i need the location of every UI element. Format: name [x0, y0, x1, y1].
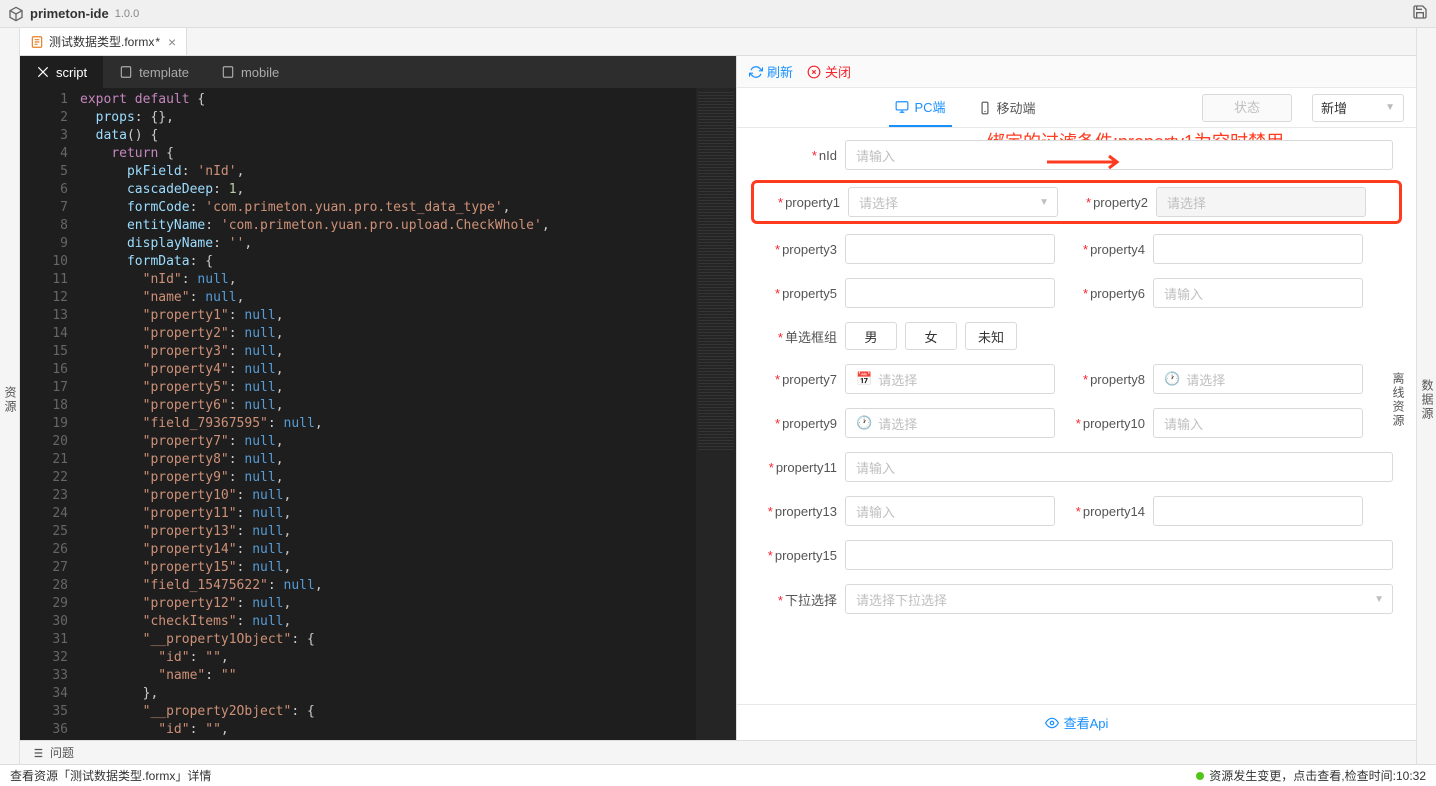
mobile-icon	[221, 65, 235, 79]
phone-icon	[978, 101, 992, 115]
title-bar: primeton-ide 1.0.0	[0, 0, 1436, 28]
label-property6: property6	[1090, 286, 1145, 301]
label-property13: property13	[775, 504, 837, 519]
time-property8[interactable]: 🕐请选择	[1153, 364, 1363, 394]
label-property9: property9	[782, 416, 837, 431]
refresh-icon	[749, 65, 763, 79]
label-property2: property2	[1093, 195, 1148, 210]
tab-script[interactable]: script	[20, 56, 103, 88]
preview-toolbar: 刷新 关闭	[737, 56, 1416, 88]
status-dot-icon	[1196, 772, 1204, 780]
chevron-down-icon: ▼	[1374, 594, 1384, 605]
device-mobile-label: 移动端	[997, 98, 1036, 117]
view-api-label: 查看Api	[1064, 713, 1109, 732]
file-tab-name: 测试数据类型.formx	[49, 33, 154, 50]
select-property1[interactable]: 请选择▼	[848, 187, 1058, 217]
radio-option-male[interactable]: 男	[845, 322, 897, 350]
input-property15[interactable]	[845, 540, 1393, 570]
list-icon	[30, 746, 44, 760]
chevron-down-icon: ▼	[1039, 197, 1049, 208]
view-api-button[interactable]: 查看Api	[737, 704, 1416, 740]
device-tab-pc[interactable]: PC端	[889, 88, 951, 127]
label-radio-group: 单选框组	[785, 330, 837, 345]
label-property4: property4	[1090, 242, 1145, 257]
tab-template-label: template	[139, 65, 189, 80]
clock-icon: 🕐	[856, 415, 872, 431]
tab-mobile[interactable]: mobile	[205, 56, 295, 88]
problems-panel-tab[interactable]: 问题	[20, 740, 1416, 764]
radio-group: 男 女 未知	[845, 322, 1017, 350]
refresh-label: 刷新	[767, 62, 793, 81]
radio-option-female[interactable]: 女	[905, 322, 957, 350]
file-tab[interactable]: 测试数据类型.formx* ×	[20, 28, 187, 55]
label-property14: property14	[1083, 504, 1145, 519]
refresh-button[interactable]: 刷新	[749, 62, 793, 81]
select-dropdown[interactable]: 请选择下拉选择▼	[845, 584, 1393, 614]
status-bar: 查看资源「测试数据类型.formx」详情 资源发生变更，点击查看,检查时间:10…	[0, 764, 1436, 786]
app-name: primeton-ide	[30, 6, 109, 21]
desktop-icon	[895, 100, 909, 114]
input-property10[interactable]: 请输入	[1153, 408, 1363, 438]
label-dropdown: 下拉选择	[785, 593, 837, 608]
input-property5[interactable]	[845, 278, 1055, 308]
input-property14[interactable]	[1153, 496, 1363, 526]
label-property5: property5	[782, 286, 837, 301]
eye-icon	[1045, 716, 1059, 730]
close-button[interactable]: 关闭	[807, 62, 851, 81]
left-sidestrip-resources[interactable]: 资源	[0, 28, 20, 764]
app-logo-icon	[8, 6, 24, 22]
time-property9[interactable]: 🕐请选择	[845, 408, 1055, 438]
form-preview: 绑定的过滤条件:property1为空时禁用 *nId 请输入 *propert…	[737, 128, 1416, 704]
problems-label: 问题	[50, 744, 74, 761]
script-icon	[36, 65, 50, 79]
input-property11[interactable]: 请输入	[845, 452, 1393, 482]
input-property4[interactable]	[1153, 234, 1363, 264]
date-property7[interactable]: 📅请选择	[845, 364, 1055, 394]
input-nid[interactable]: 请输入	[845, 140, 1393, 170]
preview-pane: 刷新 关闭 PC端	[736, 56, 1416, 740]
input-property13[interactable]: 请输入	[845, 496, 1055, 526]
status-right[interactable]: 资源发生变更，点击查看,检查时间:10:32	[1209, 767, 1426, 784]
label-property10: property10	[1083, 416, 1145, 431]
right-sidestrip: 数据源 离线资源	[1416, 28, 1436, 764]
tab-mobile-label: mobile	[241, 65, 279, 80]
device-pc-label: PC端	[914, 97, 945, 116]
file-icon	[30, 35, 44, 49]
close-icon[interactable]: ×	[168, 34, 176, 50]
label-property3: property3	[782, 242, 837, 257]
device-bar: PC端 移动端 状态 新增 ▼	[737, 88, 1416, 128]
calendar-icon: 📅	[856, 371, 872, 387]
close-label: 关闭	[825, 62, 851, 81]
app-version: 1.0.0	[115, 8, 139, 20]
highlight-annotation-box: *property1 请选择▼ *property2 请选择	[751, 180, 1402, 224]
label-nid: nId	[819, 148, 837, 163]
label-property11: property11	[776, 460, 837, 475]
tab-script-label: script	[56, 65, 87, 80]
file-tab-bar: 测试数据类型.formx* ×	[20, 28, 1416, 56]
label-property7: property7	[782, 372, 837, 387]
label-property1: property1	[785, 195, 840, 210]
radio-option-unknown[interactable]: 未知	[965, 322, 1017, 350]
label-property15: property15	[775, 548, 837, 563]
save-icon[interactable]	[1412, 4, 1428, 23]
minimap[interactable]	[696, 88, 736, 740]
input-property3[interactable]	[845, 234, 1055, 264]
file-modified-indicator: *	[155, 35, 160, 49]
select-property2: 请选择	[1156, 187, 1366, 217]
editor-pane: script template mobile 1 2 3 4 5	[20, 56, 736, 740]
close-circle-icon	[807, 65, 821, 79]
status-left[interactable]: 查看资源「测试数据类型.formx」详情	[10, 767, 211, 784]
clock-icon: 🕐	[1164, 371, 1180, 387]
device-tab-mobile[interactable]: 移动端	[972, 88, 1042, 127]
tab-template[interactable]: template	[103, 56, 205, 88]
state-select[interactable]: 状态	[1202, 94, 1292, 122]
code-editor[interactable]: 1 2 3 4 5 6 7 8 9 10 11 12 13 14 15 16 1…	[20, 88, 736, 740]
label-property8: property8	[1090, 372, 1145, 387]
right-sidestrip-datasource[interactable]: 数据源	[1419, 36, 1436, 764]
new-select-label: 新增	[1321, 98, 1347, 117]
template-icon	[119, 65, 133, 79]
input-property6[interactable]: 请输入	[1153, 278, 1363, 308]
editor-tab-bar: script template mobile	[20, 56, 736, 88]
